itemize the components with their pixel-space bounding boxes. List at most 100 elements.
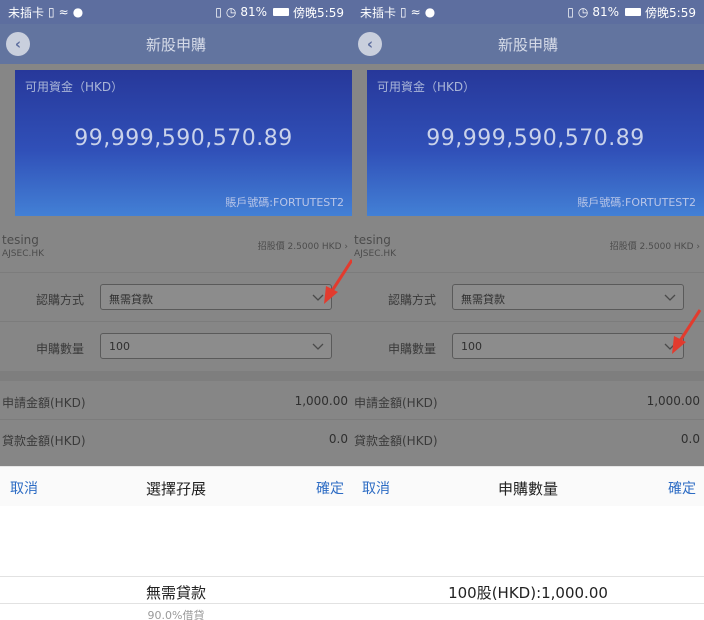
vibrate-icon: ▯ (567, 5, 574, 19)
quantity-select[interactable]: 100 (452, 333, 684, 359)
loan-amount-value: 0.0 (680, 432, 700, 446)
chevron-right-icon: › (696, 242, 700, 252)
clock-text: 傍晚5:59 (293, 5, 344, 20)
picker-toolbar: 取消 選擇孖展 確定 (0, 466, 352, 506)
cancel-button[interactable]: 取消 (10, 478, 38, 498)
status-bar: 未插卡 ▯ ≈ ● ▯ ◷ 81% 傍晚5:59 (0, 0, 352, 24)
wifi-icon: ≈ (410, 5, 421, 19)
page-title: 新股申購 (145, 35, 206, 54)
option-picker[interactable]: 100股(HKD):1,000.00 (352, 506, 704, 620)
apply-amount-label: 申請金額(HKD) (2, 396, 86, 410)
subscribe-method-value: 無需貸款 (109, 293, 153, 306)
divider (352, 321, 704, 322)
divider (352, 419, 704, 420)
apply-amount-value: 1,000.00 (294, 394, 348, 408)
back-button[interactable]: ‹ (6, 32, 30, 56)
status-right: ▯ ◷ 81% 傍晚5:59 (567, 4, 696, 21)
carrier-text: 未插卡 (8, 5, 45, 20)
balance-label: 可用資金（HKD） (377, 80, 476, 94)
apply-amount-value: 1,000.00 (646, 394, 700, 408)
quantity-label: 申購數量 (36, 342, 85, 356)
option-picker[interactable]: 無需貸款 90.0%借貸 (0, 506, 352, 620)
quantity-select[interactable]: 100 (100, 333, 332, 359)
balance-amount: 99,999,590,570.89 (74, 126, 293, 151)
cancel-button[interactable]: 取消 (362, 478, 390, 498)
quantity-label: 申購數量 (388, 342, 437, 356)
loan-amount-value: 0.0 (328, 432, 348, 446)
picker-selection-line-bottom (0, 603, 352, 604)
chevron-down-icon (312, 343, 324, 350)
screenshot-composite: 未插卡 ▯ ≈ ● ▯ ◷ 81% 傍晚5:59 ‹ 新股申購 可用資金（HKD… (0, 0, 704, 620)
chevron-left-icon: ‹ (14, 35, 22, 53)
offer-price: 招股價 2.5000 HKD › (258, 239, 348, 252)
confirm-button[interactable]: 確定 (316, 478, 344, 498)
loan-amount-row: 貸款金額(HKD) 0.0 (0, 422, 352, 458)
balance-label: 可用資金（HKD） (25, 80, 124, 94)
picker-option-selected[interactable]: 無需貸款 (0, 582, 352, 603)
offer-price-text: 招股價 2.5000 HKD (609, 242, 694, 252)
loan-amount-label: 貸款金額(HKD) (354, 434, 438, 448)
subscribe-method-row: 認購方式 無需貸款 (0, 276, 352, 320)
subscribe-method-select[interactable]: 無需貸款 (452, 284, 684, 310)
picker-selection-line-top (352, 576, 704, 577)
battery-icon (625, 8, 642, 16)
notification-icon: ● (424, 5, 436, 19)
confirm-button[interactable]: 確定 (668, 478, 696, 498)
offer-price-text: 招股價 2.5000 HKD (257, 242, 342, 252)
quantity-row: 申購數量 100 (352, 325, 704, 369)
divider (0, 272, 352, 273)
picker-title: 選擇孖展 (145, 480, 206, 498)
battery-icon (273, 8, 290, 16)
status-left: 未插卡 ▯ ≈ ● (8, 4, 83, 21)
alarm-icon: ◷ (577, 5, 589, 19)
subscribe-method-row: 認購方式 無需貸款 (352, 276, 704, 320)
picker-selection-line-bottom (352, 603, 704, 604)
account-number: 賬戶號碼:FORTUTEST2 (577, 196, 696, 209)
stock-code: AJSEC.HK (2, 249, 45, 259)
picker-title: 申購數量 (497, 480, 558, 498)
quantity-row: 申購數量 100 (0, 325, 352, 369)
apply-amount-row: 申請金額(HKD) 1,000.00 (0, 384, 352, 420)
loan-amount-label: 貸款金額(HKD) (2, 434, 86, 448)
status-bar: 未插卡 ▯ ≈ ● ▯ ◷ 81% 傍晚5:59 (352, 0, 704, 24)
divider (0, 419, 352, 420)
quantity-value: 100 (461, 340, 482, 353)
stock-row[interactable]: tesing AJSEC.HK 招股價 2.5000 HKD › (352, 229, 704, 269)
picker-option-selected[interactable]: 100股(HKD):1,000.00 (352, 582, 704, 603)
section-gap (352, 371, 704, 381)
divider (0, 321, 352, 322)
balance-card: 可用資金（HKD） 99,999,590,570.89 賬戶號碼:FORTUTE… (367, 70, 704, 216)
offer-price: 招股價 2.5000 HKD › (610, 239, 700, 252)
chevron-down-icon (664, 294, 676, 301)
subscribe-method-value: 無需貸款 (461, 293, 505, 306)
chevron-left-icon: ‹ (366, 35, 374, 53)
divider (352, 272, 704, 273)
subscribe-method-select[interactable]: 無需貸款 (100, 284, 332, 310)
section-gap (0, 371, 352, 381)
picker-option-next[interactable]: 90.0%借貸 (0, 607, 352, 620)
sim-icon: ▯ (400, 5, 407, 19)
battery-percent: 81% (592, 5, 620, 19)
subscribe-method-label: 認購方式 (36, 293, 85, 307)
annotation-arrow-icon (672, 309, 702, 354)
status-right: ▯ ◷ 81% 傍晚5:59 (215, 4, 344, 21)
nav-bar: ‹ 新股申購 (0, 24, 352, 64)
back-button[interactable]: ‹ (358, 32, 382, 56)
subscribe-method-label: 認購方式 (388, 293, 437, 307)
nav-bar: ‹ 新股申購 (352, 24, 704, 64)
wifi-icon: ≈ (58, 5, 69, 19)
account-number: 賬戶號碼:FORTUTEST2 (225, 196, 344, 209)
phone-screen-left: 未插卡 ▯ ≈ ● ▯ ◷ 81% 傍晚5:59 ‹ 新股申購 可用資金（HKD… (0, 0, 352, 620)
vibrate-icon: ▯ (215, 5, 222, 19)
stock-row[interactable]: tesing AJSEC.HK 招股價 2.5000 HKD › (0, 229, 352, 269)
picker-toolbar: 取消 申購數量 確定 (352, 466, 704, 506)
apply-amount-label: 申請金額(HKD) (354, 396, 438, 410)
chevron-right-icon: › (344, 242, 348, 252)
status-left: 未插卡 ▯ ≈ ● (360, 4, 435, 21)
annotation-arrow-icon (324, 259, 352, 304)
battery-percent: 81% (240, 5, 268, 19)
picker-selection-line-top (0, 576, 352, 577)
alarm-icon: ◷ (225, 5, 237, 19)
stock-name: tesing (2, 233, 39, 247)
balance-amount: 99,999,590,570.89 (426, 126, 645, 151)
